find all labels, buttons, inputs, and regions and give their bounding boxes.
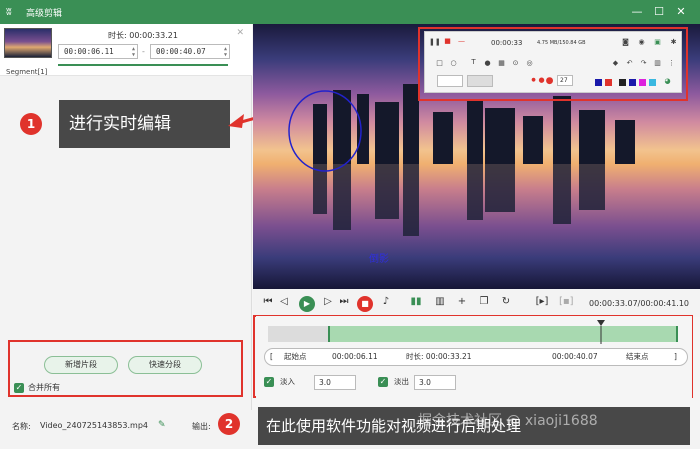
color-swatch[interactable] <box>619 79 626 86</box>
fade-in-checkbox[interactable]: ✓ <box>264 377 274 387</box>
set-end-button[interactable]: 结束点 <box>626 349 649 365</box>
ellipse-tool-icon[interactable]: ○ <box>449 59 458 67</box>
segment-thumbnail[interactable] <box>4 28 52 58</box>
minus-icon[interactable]: — <box>457 37 466 45</box>
add-marker-icon[interactable]: + <box>455 295 469 309</box>
blur-tool-icon[interactable]: ● <box>483 59 492 67</box>
time-separator: - <box>142 47 145 56</box>
pause-icon[interactable]: ❚❚ <box>429 38 441 46</box>
dot-size-large-icon[interactable]: ● <box>545 76 554 86</box>
remove-segment-icon[interactable]: ✕ <box>236 28 244 38</box>
color-swatch[interactable] <box>595 79 602 86</box>
reset-icon[interactable]: ↻ <box>499 295 513 309</box>
merge-all-checkbox[interactable]: ✓ <box>14 383 24 393</box>
merge-all-label: 合并所有 <box>28 383 60 392</box>
redo-icon[interactable]: ↷ <box>639 59 648 67</box>
trim-panel: [ 起始点 00:00:06.11 时长: 00:00:33.21 00:00:… <box>256 316 692 412</box>
ellipse-annotation <box>288 90 362 172</box>
fade-out-checkbox[interactable]: ✓ <box>378 377 388 387</box>
minimize-button[interactable]: — <box>628 3 646 21</box>
style-select[interactable] <box>467 75 493 87</box>
segment-duration: 时长: 00:00:33.21 <box>108 31 178 40</box>
step-back-icon[interactable]: ◁ <box>277 295 291 309</box>
record-time: 00:00:33 <box>491 39 523 47</box>
filename-label: 名称: <box>12 422 31 431</box>
color-palette-icon[interactable]: ◕ <box>663 77 672 85</box>
step-1-callout: 进行实时编辑 <box>59 100 230 148</box>
segment-card[interactable]: Segment[1] 时长: 00:00:33.21 00:00:06.11 ▲… <box>0 24 252 76</box>
output-label: 输出: <box>192 422 211 431</box>
step-1-badge: 1 <box>20 113 42 135</box>
copy-icon[interactable]: ❐ <box>477 295 491 309</box>
video-overlay-text: 倒影 <box>369 254 389 265</box>
fade-in-input[interactable]: 3.0 <box>314 375 356 390</box>
go-end-icon[interactable]: ⏭ <box>337 295 351 309</box>
start-time-input[interactable]: 00:00:06.11 <box>332 349 378 365</box>
bracket-close-icon: ] <box>674 352 677 361</box>
mark-in-icon[interactable]: [▸] <box>535 295 549 309</box>
segment-end-input[interactable]: 00:00:40.07 ▲ ▼ <box>150 44 230 59</box>
segment-progress-bar <box>58 64 228 66</box>
delete-icon[interactable]: ▥ <box>433 295 447 309</box>
camera-icon[interactable]: ◙ <box>621 38 630 46</box>
trim-row <box>264 348 688 366</box>
title-bar: ʬ 高级剪辑 — ☐ ✕ <box>0 0 700 24</box>
color-swatch[interactable] <box>605 79 612 86</box>
undo-icon[interactable]: ↶ <box>625 59 634 67</box>
color-swatch[interactable] <box>629 79 636 86</box>
spinner-icon[interactable]: ▲ ▼ <box>224 46 227 58</box>
zoom-tool-icon[interactable]: ⊙ <box>511 59 520 67</box>
playback-time: 00:00:33.07/00:00:41.10 <box>589 299 690 308</box>
recording-toolbar: ❚❚ ■ — 00:00:33 4.75 MB/150.84 GB ◙ ◉ ▣ … <box>424 31 682 93</box>
stop-button[interactable]: ■ <box>357 296 373 312</box>
app-logo-icon: ʬ <box>6 5 12 18</box>
fade-out-input[interactable]: 3.0 <box>414 375 456 390</box>
end-time-input[interactable]: 00:00:40.07 <box>552 349 598 365</box>
close-button[interactable]: ✕ <box>672 3 690 21</box>
record-size-info: 4.75 MB/150.84 GB <box>537 40 586 46</box>
bracket-open-icon: [ <box>270 352 273 361</box>
stop-record-icon[interactable]: ■ <box>443 37 452 45</box>
mark-out-icon[interactable]: [▪] <box>559 295 574 309</box>
quick-split-button[interactable]: 快速分段 <box>128 356 202 374</box>
go-start-icon[interactable]: ⏮ <box>261 295 275 309</box>
timeline-selection[interactable] <box>328 326 678 342</box>
size-input[interactable]: 27 <box>557 75 573 86</box>
more-icon[interactable]: ⋮ <box>667 59 676 67</box>
trim-duration: 时长: 00:00:33.21 <box>406 352 472 361</box>
window-title: 高级剪辑 <box>26 9 63 19</box>
play-button[interactable]: ▶ <box>299 296 315 312</box>
settings-gear-icon[interactable]: ✱ <box>669 38 678 46</box>
filename-value: Video_240725143853.mp4 <box>40 421 148 430</box>
watermark-text: 掘金技术社区 @ xiaoji1688 <box>418 413 598 429</box>
step-forward-icon[interactable]: ▷ <box>321 295 335 309</box>
split-icon[interactable]: ▮▮ <box>409 295 423 309</box>
new-segment-button[interactable]: 新增片段 <box>44 356 118 374</box>
playback-controls: ⏮ ◁ ▶ ▷ ⏭ ■ ♪ ▮▮ ▥ + ❐ ↻ [▸] [▪] 00:00:3… <box>253 289 700 317</box>
color-swatch[interactable] <box>649 79 656 86</box>
fade-in-label: 淡入 <box>280 377 295 386</box>
toolbox-icon[interactable]: ▣ <box>653 38 662 46</box>
fade-out-label: 淡出 <box>394 377 409 386</box>
spotlight-tool-icon[interactable]: ◎ <box>525 59 534 67</box>
font-select[interactable] <box>437 75 463 87</box>
volume-icon[interactable]: ♪ <box>379 295 393 309</box>
color-swatch[interactable] <box>639 79 646 86</box>
edit-name-icon[interactable]: ✎ <box>158 420 166 430</box>
segment-panel: Segment[1] 时长: 00:00:33.21 00:00:06.11 ▲… <box>0 24 252 449</box>
maximize-button[interactable]: ☐ <box>650 3 668 21</box>
image-tool-icon[interactable]: ▦ <box>497 59 506 67</box>
record-indicator-icon[interactable]: ◉ <box>637 38 646 46</box>
segment-label: Segment[1] <box>6 68 48 76</box>
text-tool-icon[interactable]: T <box>469 58 478 66</box>
delete-annotation-icon[interactable]: ▥ <box>653 59 662 67</box>
rectangle-tool-icon[interactable]: □ <box>435 59 444 67</box>
segment-start-input[interactable]: 00:00:06.11 ▲ ▼ <box>58 44 138 59</box>
spinner-icon[interactable]: ▲ ▼ <box>132 46 135 58</box>
step-2-badge: 2 <box>218 413 240 435</box>
eraser-icon[interactable]: ◆ <box>611 59 620 67</box>
playhead-icon[interactable] <box>596 320 606 346</box>
set-start-button[interactable]: 起始点 <box>284 349 307 365</box>
